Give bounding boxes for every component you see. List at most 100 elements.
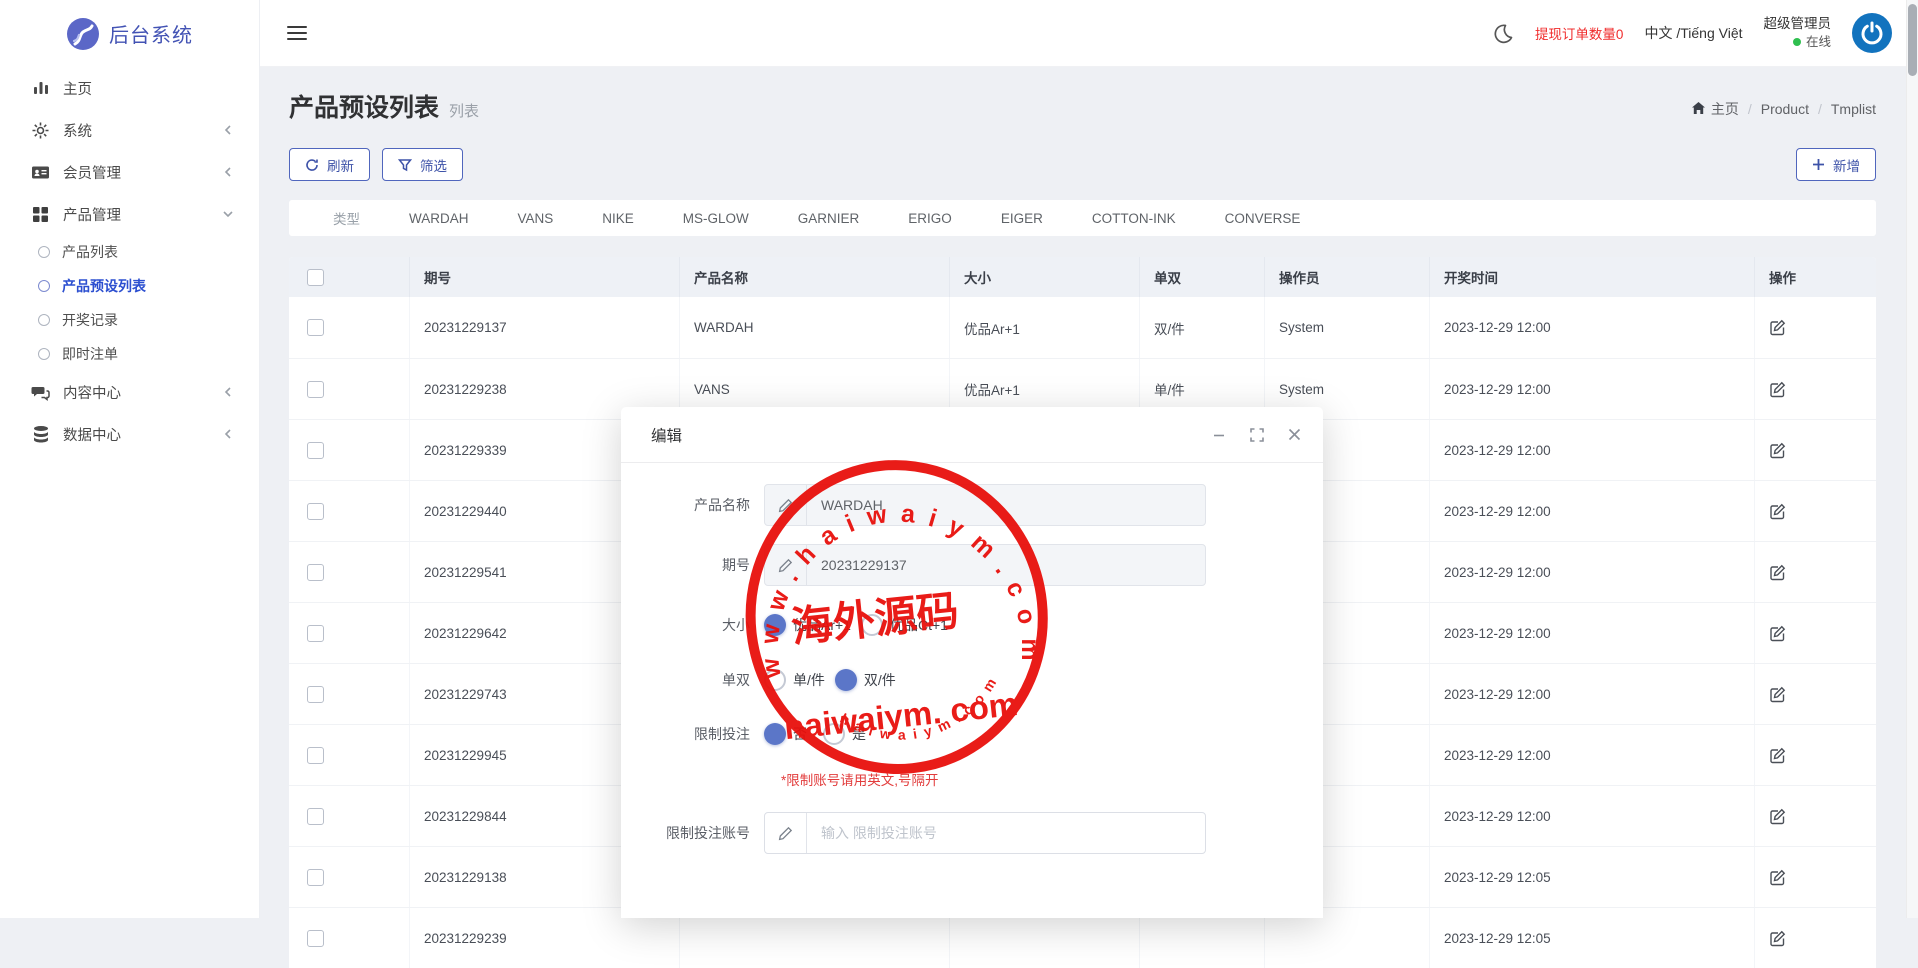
tab-wardah[interactable]: WARDAH — [409, 211, 469, 226]
edit-row-button[interactable] — [1769, 442, 1786, 459]
edit-icon — [1769, 381, 1786, 398]
grid-icon — [31, 205, 50, 224]
row-checkbox[interactable] — [307, 747, 324, 764]
app-title: 后台系统 — [109, 19, 193, 48]
row-checkbox[interactable] — [307, 503, 324, 520]
issue-field-row: 期号 20231229137 — [621, 544, 1323, 586]
cell-parity: 双/件 — [1140, 297, 1265, 358]
restrict-accounts-label: 限制投注账号 — [621, 823, 764, 843]
row-checkbox[interactable] — [307, 930, 324, 947]
row-checkbox[interactable] — [307, 564, 324, 581]
edit-row-button[interactable] — [1769, 503, 1786, 520]
edit-row-button[interactable] — [1769, 930, 1786, 947]
radio-icon — [823, 723, 845, 745]
sidebar-item-label: 系统 — [63, 120, 223, 141]
cell-time: 2023-12-29 12:00 — [1430, 786, 1755, 846]
plus-icon — [1812, 158, 1825, 171]
sidebar-item-system[interactable]: 系统 — [0, 109, 259, 151]
tab-eiger[interactable]: EIGER — [1001, 211, 1043, 226]
cell-time: 2023-12-29 12:00 — [1430, 725, 1755, 785]
minimize-icon[interactable] — [1212, 428, 1226, 442]
radio-option-size-ar[interactable]: 优品Ar+1 — [764, 614, 851, 636]
chevron-left-icon — [223, 125, 233, 135]
filter-button[interactable]: 筛选 — [382, 148, 463, 181]
power-icon — [1859, 20, 1885, 46]
tab-cotton-ink[interactable]: COTTON-INK — [1092, 211, 1176, 226]
sidebar-item-draw-records[interactable]: 开奖记录 — [0, 303, 259, 337]
sidebar-item-home[interactable]: 主页 — [0, 67, 259, 109]
restrict-accounts-input[interactable]: 输入 限制投注账号 — [764, 812, 1206, 854]
vertical-scrollbar[interactable] — [1906, 0, 1918, 918]
edit-row-button[interactable] — [1769, 747, 1786, 764]
radio-icon — [764, 669, 786, 691]
cell-time: 2023-12-29 12:00 — [1430, 359, 1755, 419]
edit-row-button[interactable] — [1769, 686, 1786, 703]
refresh-icon — [305, 158, 319, 172]
sidebar-item-product-preset-list[interactable]: 产品预设列表 — [0, 269, 259, 303]
row-checkbox[interactable] — [307, 319, 324, 336]
tab-erigo[interactable]: ERIGO — [908, 211, 952, 226]
cell-size: 优品Ar+1 — [950, 297, 1140, 358]
edit-modal: 编辑 产品名称 WARDAH 期号 20231229137 大小 优品Ar+1 … — [621, 407, 1323, 918]
circle-icon — [38, 348, 50, 360]
sidebar-item-content-center[interactable]: 内容中心 — [0, 371, 259, 413]
row-checkbox[interactable] — [307, 686, 324, 703]
close-icon[interactable] — [1288, 428, 1301, 441]
logo[interactable]: 后台系统 — [0, 0, 259, 67]
member-card-icon — [31, 163, 50, 182]
dark-mode-moon-icon[interactable] — [1493, 23, 1514, 44]
radio-option-even[interactable]: 双/件 — [835, 669, 896, 691]
home-icon — [1691, 101, 1706, 116]
tab-converse[interactable]: CONVERSE — [1225, 211, 1301, 226]
edit-row-button[interactable] — [1769, 319, 1786, 336]
tab-garnier[interactable]: GARNIER — [798, 211, 860, 226]
row-checkbox[interactable] — [307, 381, 324, 398]
row-checkbox[interactable] — [307, 869, 324, 886]
chevron-left-icon — [223, 167, 233, 177]
sidebar-item-label: 主页 — [63, 78, 233, 99]
edit-icon — [1769, 686, 1786, 703]
select-all-checkbox[interactable] — [307, 269, 324, 286]
scrollbar-thumb[interactable] — [1908, 4, 1917, 76]
radio-option-size-ct[interactable]: 优品Ct+1 — [861, 614, 948, 636]
row-checkbox[interactable] — [307, 442, 324, 459]
withdraw-orders-notice[interactable]: 提现订单数量0 — [1535, 23, 1624, 43]
edit-row-button[interactable] — [1769, 381, 1786, 398]
edit-icon — [1769, 442, 1786, 459]
edit-row-button[interactable] — [1769, 869, 1786, 886]
sidebar-item-data-center[interactable]: 数据中心 — [0, 413, 259, 455]
edit-icon — [1769, 808, 1786, 825]
radio-option-no[interactable]: 否 — [764, 723, 807, 745]
menu-toggle-icon[interactable] — [287, 26, 307, 40]
tab-ms-glow[interactable]: MS-GLOW — [683, 211, 749, 226]
edit-row-button[interactable] — [1769, 625, 1786, 642]
product-name-input[interactable]: WARDAH — [764, 484, 1206, 526]
refresh-button[interactable]: 刷新 — [289, 148, 370, 181]
edit-icon — [1769, 564, 1786, 581]
pencil-icon — [765, 545, 807, 585]
avatar[interactable] — [1852, 13, 1892, 53]
issue-input[interactable]: 20231229137 — [764, 544, 1206, 586]
fullscreen-icon[interactable] — [1250, 428, 1264, 442]
product-name-label: 产品名称 — [621, 495, 764, 515]
parity-field-row: 单双 单/件 双/件 — [621, 669, 1323, 691]
sidebar-item-product-list[interactable]: 产品列表 — [0, 235, 259, 269]
edit-row-button[interactable] — [1769, 808, 1786, 825]
pencil-icon — [765, 813, 807, 853]
row-checkbox[interactable] — [307, 625, 324, 642]
sidebar-item-products[interactable]: 产品管理 — [0, 193, 259, 235]
tab-nike[interactable]: NIKE — [602, 211, 634, 226]
breadcrumb-home[interactable]: 主页 — [1691, 99, 1739, 119]
sidebar-item-label: 数据中心 — [63, 424, 223, 445]
circle-icon — [38, 314, 50, 326]
edit-row-button[interactable] — [1769, 564, 1786, 581]
radio-option-yes[interactable]: 是 — [823, 723, 866, 745]
add-button[interactable]: 新增 — [1796, 148, 1876, 181]
sidebar-item-members[interactable]: 会员管理 — [0, 151, 259, 193]
breadcrumb-product[interactable]: Product — [1761, 101, 1809, 117]
row-checkbox[interactable] — [307, 808, 324, 825]
sidebar-item-live-bets[interactable]: 即时注单 — [0, 337, 259, 371]
tab-vans[interactable]: VANS — [518, 211, 554, 226]
language-switcher[interactable]: 中文 /Tiếng Việt — [1644, 23, 1742, 43]
radio-option-odd[interactable]: 单/件 — [764, 669, 825, 691]
